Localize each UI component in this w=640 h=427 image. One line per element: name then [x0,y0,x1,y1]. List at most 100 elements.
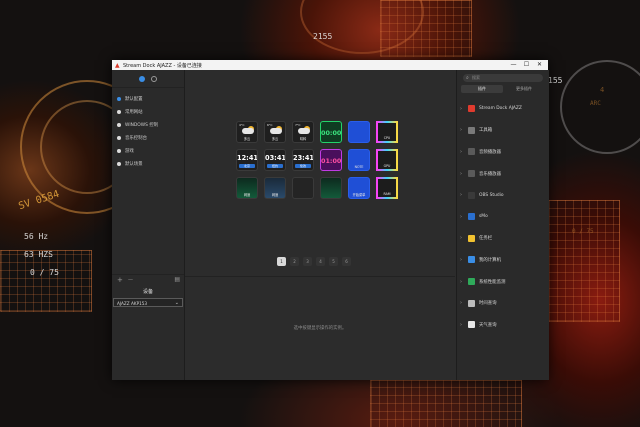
plugin-list: › Stream Dock AJAZZ › 工具箱 › 音频播放器 › 音乐播放器 › OBS S… [457,98,549,336]
minimize-button[interactable]: — [507,60,520,70]
plugin-item[interactable]: › 音频播放器 [457,141,549,163]
stream-key-clock[interactable]: 23:41 伦敦 [292,149,314,171]
profile-item[interactable]: 默认场景 [112,157,184,170]
chevron-right-icon: › [460,105,462,112]
key-temperature: 6°C [267,123,273,127]
device-select-value: AJAZZ AKP153 [117,301,148,306]
plugin-item[interactable]: › 音乐播放器 [457,163,549,185]
key-label: RAM [383,192,391,196]
profile-list: 默认配置 常用网站 WINDOWS 控制音乐控制台游戏 默认场景 [112,92,184,170]
stream-key-blue[interactable] [348,121,370,143]
tab-plugins[interactable]: 插件 [461,85,503,93]
profile-radio-icon [117,109,121,114]
profile-item[interactable]: 音乐控制台 [112,131,184,144]
plugin-label: 我的计算机 [479,257,501,263]
stream-key-blue[interactable]: NOTE [348,149,370,171]
stream-key-graph[interactable]: 网速 [236,177,258,199]
profile-item[interactable]: WINDOWS 控制 [112,118,184,131]
profile-icon[interactable] [139,75,145,82]
page-button[interactable]: 4 [316,257,325,266]
plugin-label: 音频播放器 [479,149,501,155]
stream-key-clock[interactable]: 03:41 纽约 [264,149,286,171]
key-clock-time: 23:41 [293,154,314,162]
stream-key-graph2[interactable]: 网速 [264,177,286,199]
stream-key-empty[interactable] [292,177,314,199]
key-timer-value: 00:00 [321,129,342,137]
plugin-tabs: 插件 更多插件 [461,85,545,93]
profile-item[interactable]: 游戏 [112,144,184,157]
stream-key-timer2[interactable]: 01:00 [320,149,342,171]
hud-text: 63 HZS [24,250,53,259]
plugin-icon [468,213,475,221]
stream-key-monitor[interactable]: RAM [376,177,398,199]
plugin-search-input[interactable]: ⌕ 搜索 [463,74,543,82]
hud-text: 0 / 75 [30,268,59,277]
profile-radio-icon [117,122,121,127]
stream-key-monitor[interactable]: CPU [376,121,398,143]
plugin-icon [468,256,475,264]
plugin-item[interactable]: › 天气查询 [457,314,549,336]
hud-text: 155 [548,76,563,85]
page-button[interactable]: 1 [277,257,286,266]
key-temperature: 4°C [239,123,245,127]
chevron-down-icon: ⌄ [174,300,179,306]
device-select[interactable]: AJAZZ AKP153 ⌄ [113,298,183,307]
stream-key-timer[interactable]: 00:00 [320,121,342,143]
plugin-label: 音乐播放器 [479,171,501,177]
stream-key-weather[interactable]: 6°C 多云 [264,121,286,143]
profile-item[interactable]: 默认配置 [112,92,184,105]
chevron-right-icon: › [460,235,462,242]
plugin-label: Stream Dock AJAZZ [479,106,522,112]
search-placeholder: 搜索 [472,75,480,80]
plugin-icon [468,321,475,329]
plugin-item[interactable]: › 系统性能监测 [457,271,549,293]
plugin-icon [468,278,475,286]
plugin-label: sMo [479,214,488,220]
profile-label: 音乐控制台 [125,135,147,141]
profile-radio-icon [117,135,121,140]
profile-panel-header [112,70,184,88]
stream-key-blue[interactable]: 开始菜单 [348,177,370,199]
chevron-right-icon: › [460,213,462,220]
stream-key-monitor[interactable]: GPU [376,149,398,171]
profile-item[interactable]: 常用网站 [112,105,184,118]
page-button[interactable]: 3 [303,257,312,266]
close-button[interactable]: ✕ [533,60,546,70]
page-button[interactable]: 2 [290,257,299,266]
chevron-right-icon: › [460,278,462,285]
plugin-label: 任务栏 [479,236,493,242]
profile-radio-icon [117,96,121,101]
cloud-icon [298,128,310,134]
chevron-right-icon: › [460,256,462,263]
page-button[interactable]: 6 [342,257,351,266]
app-logo-icon: ▲ [115,61,120,69]
tab-more-plugins[interactable]: 更多插件 [503,85,545,93]
maximize-button[interactable]: ☐ [520,60,533,70]
plugin-item[interactable]: › 我的计算机 [457,249,549,271]
plugin-icon [468,170,475,178]
remove-profile-button[interactable]: — [128,276,133,284]
plugin-item[interactable]: › 工具箱 [457,120,549,142]
plugin-item[interactable]: › 任务栏 [457,228,549,250]
page-selector: 123456 [277,257,351,266]
stream-key-graph[interactable] [320,177,342,199]
title-bar[interactable]: ▲ Stream Dock AJAZZ - 设备已连接 — ☐ ✕ [112,60,548,70]
key-city-label: 北京 [239,164,255,168]
plugin-item[interactable]: › OBS Studio [457,184,549,206]
plugin-item[interactable]: › sMo [457,206,549,228]
key-label: CPU [383,136,391,140]
plugin-item[interactable]: › Stream Dock AJAZZ [457,98,549,120]
page-button[interactable]: 5 [329,257,338,266]
stream-key-weather[interactable]: 7°C 晴转 [292,121,314,143]
chevron-right-icon: › [460,170,462,177]
settings-gear-icon[interactable] [151,75,157,82]
add-profile-button[interactable]: + [117,276,123,284]
key-label: 多云 [271,137,279,141]
plugin-item[interactable]: › 时间查询 [457,292,549,314]
plugin-icon [468,148,475,156]
profile-menu-icon[interactable]: ▤ [174,276,180,284]
window-title: Stream Dock AJAZZ - 设备已连接 [123,62,202,69]
stream-key-clock[interactable]: 12:41 北京 [236,149,258,171]
plugin-panel: ⌕ 搜索 插件 更多插件 › Stream Dock AJAZZ › 工具箱 › 音频播放… [456,70,549,380]
stream-key-weather[interactable]: 4°C 多云 [236,121,258,143]
